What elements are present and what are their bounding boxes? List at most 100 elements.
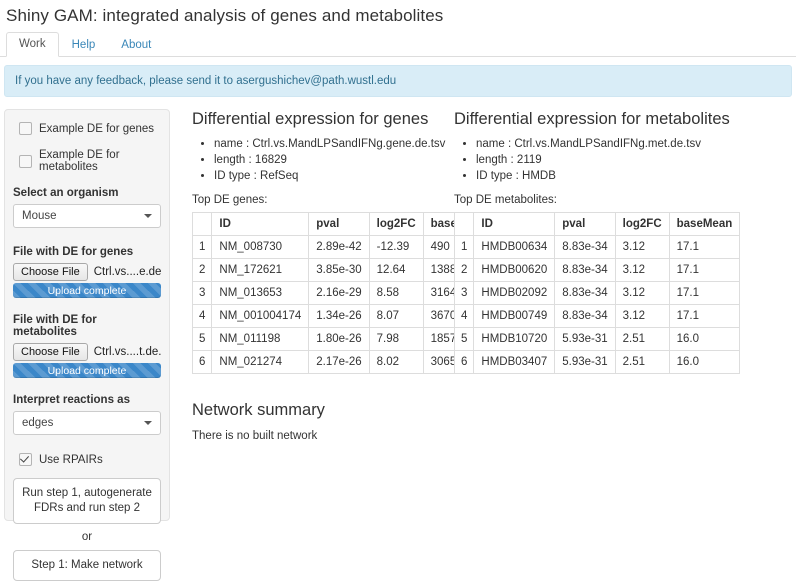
metabolites-meta-idtype: ID type : HMDB — [476, 169, 792, 184]
cell-rownum: 5 — [191, 327, 213, 351]
col-id: ID — [211, 212, 310, 236]
cell-id: HMDB00749 — [473, 304, 556, 328]
cell-basemean: 17.1 — [668, 235, 741, 259]
cell-pval: 5.93e-31 — [554, 350, 616, 374]
genes-table-caption: Top DE genes: — [192, 194, 268, 206]
cell-basemean: 17.1 — [668, 258, 741, 282]
cell-rownum: 1 — [191, 235, 213, 259]
organism-selected-value: Mouse — [22, 210, 57, 222]
table-row: 2 NM_172621 3.85e-30 12.64 1388 — [191, 258, 495, 282]
genes-meta-name: name : Ctrl.vs.MandLPSandIFNg.gene.de.ts… — [214, 137, 454, 152]
cell-basemean: 16.0 — [668, 350, 741, 374]
checkbox-use-rpairs[interactable]: Use RPAIRs — [19, 453, 161, 466]
organism-select[interactable]: Mouse — [13, 204, 161, 228]
main-content: Differential expression for genes name :… — [170, 109, 792, 521]
reactions-label: Interpret reactions as — [13, 394, 130, 406]
genes-file-label: File with DE for genes — [13, 246, 134, 258]
tab-help[interactable]: Help — [59, 33, 109, 57]
checkbox-checked-icon[interactable] — [19, 453, 32, 466]
cell-id: HMDB02092 — [473, 281, 556, 305]
cell-pval: 2.89e-42 — [308, 235, 370, 259]
col-log2fc: log2FC — [614, 212, 670, 236]
table-row: 6 NM_021274 2.17e-26 8.02 3065 — [191, 350, 495, 374]
cell-rownum: 1 — [453, 235, 475, 259]
page-title: Shiny GAM: integrated analysis of genes … — [6, 6, 444, 25]
metabolites-table-caption: Top DE metabolites: — [454, 194, 557, 206]
genes-column: Differential expression for genes name :… — [191, 109, 495, 521]
cell-id: NM_011198 — [211, 327, 310, 351]
cell-rownum: 4 — [191, 304, 213, 328]
cell-id: HMDB03407 — [473, 350, 556, 374]
cell-log2fc: 3.12 — [614, 258, 670, 282]
or-separator: or — [81, 531, 93, 543]
cell-rownum: 2 — [191, 258, 213, 282]
cell-id: NM_008730 — [211, 235, 310, 259]
run-all-steps-button[interactable]: Run step 1, autogenerate FDRs and run st… — [13, 478, 161, 524]
feedback-alert: If you have any feedback, please send it… — [4, 65, 792, 97]
metabolites-table-body: 1 HMDB00634 8.83e-34 3.12 17.1 2 HMDB006… — [453, 235, 741, 374]
cell-rownum: 6 — [191, 350, 213, 374]
metabolites-choose-file-button[interactable]: Choose File — [13, 343, 88, 361]
metabolites-upload-status: Upload complete — [47, 364, 127, 377]
cell-pval: 8.83e-34 — [554, 281, 616, 305]
chevron-down-icon — [144, 421, 152, 425]
cell-basemean: 16.0 — [668, 327, 741, 351]
checkbox-label: Use RPAIRs — [39, 453, 103, 466]
cell-id: HMDB10720 — [473, 327, 556, 351]
cell-rownum: 5 — [453, 327, 475, 351]
chevron-down-icon — [144, 214, 152, 218]
reactions-select[interactable]: edges — [13, 411, 161, 435]
cell-id: NM_013653 — [211, 281, 310, 305]
cell-id: NM_172621 — [211, 258, 310, 282]
genes-choose-file-button[interactable]: Choose File — [13, 263, 88, 281]
cell-rownum: 3 — [453, 281, 475, 305]
page-body: Example DE for genes Example DE for meta… — [0, 109, 796, 581]
checkbox-icon[interactable] — [19, 154, 32, 168]
step1-make-network-button[interactable]: Step 1: Make network — [13, 550, 161, 581]
cell-pval: 3.85e-30 — [308, 258, 370, 282]
cell-id: HMDB00620 — [473, 258, 556, 282]
genes-file-row: Choose File Ctrl.vs....e.de.tsv — [13, 263, 161, 281]
table-row: 5 NM_011198 1.80e-26 7.98 1857 — [191, 327, 495, 351]
cell-rownum: 4 — [453, 304, 475, 328]
checkbox-example-de-metabolites[interactable]: Example DE for metabolites — [19, 149, 161, 173]
genes-meta-idtype: ID type : RefSeq — [214, 169, 454, 184]
genes-meta-length: length : 16829 — [214, 153, 454, 168]
table-row: 3 NM_013653 2.16e-29 8.58 3164 — [191, 281, 495, 305]
cell-rownum: 3 — [191, 281, 213, 305]
cell-log2fc: 8.58 — [368, 281, 424, 305]
cell-id: NM_001004174 — [211, 304, 310, 328]
genes-upload-status: Upload complete — [47, 284, 127, 297]
cell-pval: 2.16e-29 — [308, 281, 370, 305]
col-pval: pval — [554, 212, 616, 236]
checkbox-icon[interactable] — [19, 122, 32, 135]
metabolites-file-row: Choose File Ctrl.vs....t.de.tsv — [13, 343, 161, 361]
table-row: 2 HMDB00620 8.83e-34 3.12 17.1 — [453, 258, 741, 282]
metabolites-upload-progress: Upload complete — [13, 363, 161, 378]
network-summary-title: Network summary — [192, 401, 325, 419]
table-row: 4 NM_001004174 1.34e-26 8.07 3670 — [191, 304, 495, 328]
tab-bar: Work Help About — [0, 32, 796, 57]
table-row: 5 HMDB10720 5.93e-31 2.51 16.0 — [453, 327, 741, 351]
metabolites-meta-length: length : 2119 — [476, 153, 792, 168]
table-header-row: ID pval log2FC baseMean — [191, 212, 495, 236]
genes-table: ID pval log2FC baseMean 1 NM_008730 2.89… — [191, 212, 495, 374]
cell-log2fc: -12.39 — [368, 235, 424, 259]
cell-log2fc: 3.12 — [614, 304, 670, 328]
col-rownum — [453, 212, 475, 236]
genes-file-name: Ctrl.vs....e.de.tsv — [93, 266, 161, 278]
checkbox-example-de-genes[interactable]: Example DE for genes — [19, 122, 161, 135]
metabolites-file-name: Ctrl.vs....t.de.tsv — [93, 346, 161, 358]
tab-about[interactable]: About — [108, 33, 164, 57]
cell-pval: 8.83e-34 — [554, 304, 616, 328]
reactions-selected-value: edges — [22, 417, 54, 429]
cell-log2fc: 8.07 — [368, 304, 424, 328]
organism-label: Select an organism — [13, 187, 119, 199]
tab-work[interactable]: Work — [6, 32, 59, 57]
genes-meta-list: name : Ctrl.vs.MandLPSandIFNg.gene.de.ts… — [192, 137, 454, 184]
col-basemean: baseMean — [668, 212, 741, 236]
genes-upload-progress: Upload complete — [13, 283, 161, 298]
metabolites-column: Differential expression for metabolites … — [453, 109, 792, 521]
cell-pval: 8.83e-34 — [554, 235, 616, 259]
col-id: ID — [473, 212, 556, 236]
